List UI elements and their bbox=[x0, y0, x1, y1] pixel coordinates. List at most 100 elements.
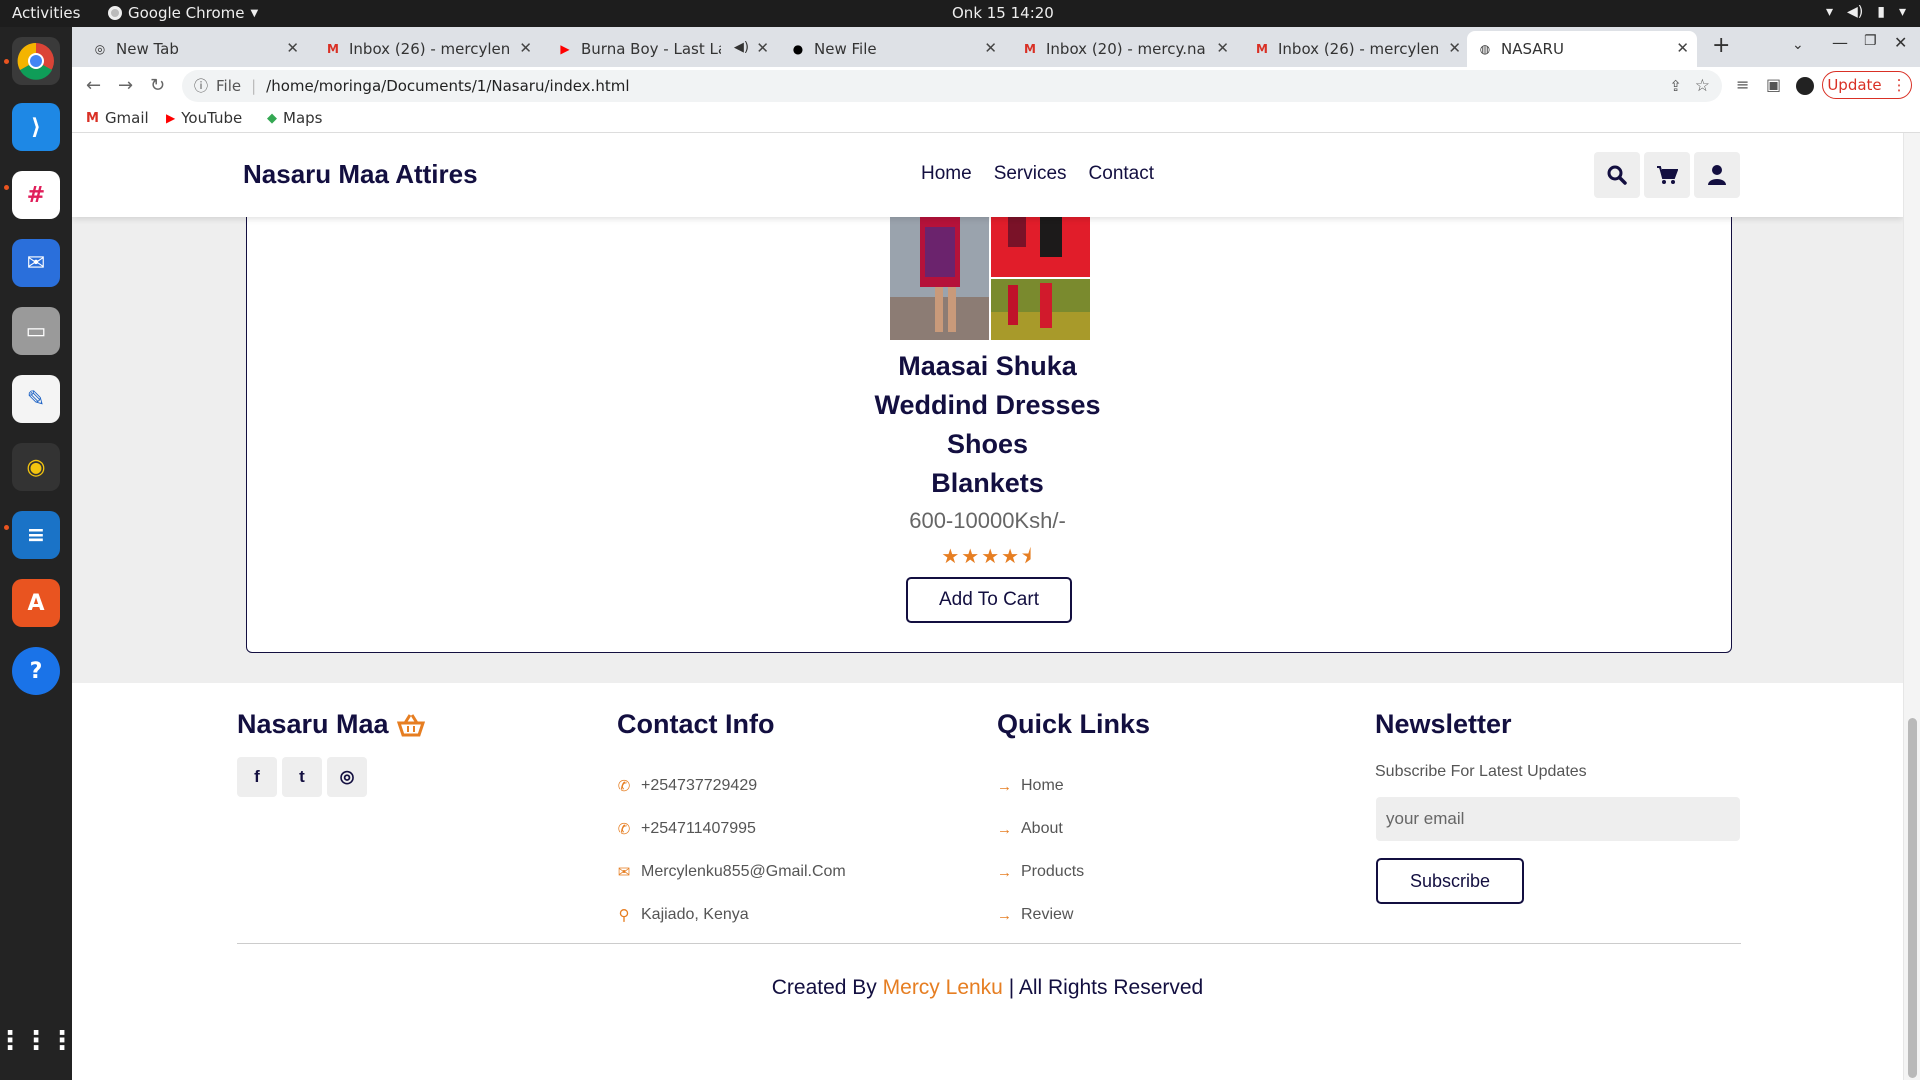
quick-link-about[interactable]: → About bbox=[997, 820, 1063, 838]
toolbar: ← → ↻ ⓘ File | /home/moringa/Documents/1… bbox=[72, 67, 1920, 105]
bookmark-label: Maps bbox=[283, 109, 323, 127]
reading-list-icon[interactable]: ≡ bbox=[1736, 75, 1749, 94]
map-marker-icon: ⚲ bbox=[618, 907, 630, 924]
info-icon[interactable]: ⓘ bbox=[194, 76, 208, 96]
running-indicator bbox=[4, 185, 9, 190]
product-rating-stars: ★★★★⯨ bbox=[941, 546, 1034, 568]
cart-button[interactable] bbox=[1644, 152, 1690, 198]
volume-icon: ◀) bbox=[1847, 4, 1864, 20]
profile-avatar[interactable] bbox=[1796, 77, 1814, 95]
tab-youtube[interactable]: ▶ Burna Boy - Last Last ◀) ✕ bbox=[547, 31, 777, 67]
dock: ⟩ # ✉ ▭ ✎ ◉ ≡ A ? ⋮⋮⋮ bbox=[0, 27, 75, 1080]
quick-links-title: Quick Links bbox=[997, 709, 1151, 739]
side-panel-icon[interactable]: ▣ bbox=[1766, 75, 1781, 94]
app-menu[interactable]: Google Chrome ▼ bbox=[108, 4, 258, 22]
thunderbird-icon[interactable]: ✉ bbox=[12, 239, 60, 287]
url-text[interactable]: /home/moringa/Documents/1/Nasaru/index.h… bbox=[266, 77, 629, 95]
maps-icon: ◆ bbox=[267, 110, 277, 126]
footer-brand-text: Nasaru Maa bbox=[237, 709, 389, 739]
bookmark-star-icon[interactable]: ☆ bbox=[1695, 76, 1710, 96]
contact-email[interactable]: ✉ Mercylenku855@Gmail.Com bbox=[617, 863, 846, 881]
more-menu-icon: ⋮ bbox=[1891, 76, 1907, 94]
site-logo[interactable]: Nasaru Maa Attires bbox=[243, 159, 478, 190]
chrome-icon: ◎ bbox=[94, 42, 106, 56]
main-nav: Home Services Contact bbox=[921, 163, 1154, 185]
nav-services[interactable]: Services bbox=[994, 163, 1067, 185]
app-grid-icon[interactable]: ⋮⋮⋮ bbox=[0, 1017, 75, 1065]
nav-contact[interactable]: Contact bbox=[1089, 163, 1154, 185]
close-icon[interactable]: ✕ bbox=[1216, 39, 1229, 57]
reload-icon[interactable]: ↻ bbox=[150, 75, 165, 96]
credit-line: Created By Mercy Lenku | All Rights Rese… bbox=[771, 976, 1204, 999]
subscribe-button[interactable]: Subscribe bbox=[1376, 858, 1524, 904]
product-name-line: Blankets bbox=[931, 468, 1044, 498]
instagram-icon[interactable]: ◎ bbox=[327, 757, 367, 797]
back-icon[interactable]: ← bbox=[86, 75, 101, 96]
address-bar[interactable]: ⓘ File | /home/moringa/Documents/1/Nasar… bbox=[182, 70, 1722, 102]
vscode-icon[interactable]: ⟩ bbox=[12, 103, 60, 151]
tab-title: NASARU bbox=[1501, 40, 1564, 58]
minimize-button[interactable]: — bbox=[1832, 33, 1848, 52]
account-button[interactable] bbox=[1694, 152, 1740, 198]
twitter-icon[interactable]: t bbox=[282, 757, 322, 797]
close-icon[interactable]: ✕ bbox=[1448, 39, 1461, 57]
bookmark-youtube[interactable]: ▶ YouTube bbox=[166, 109, 242, 127]
audio-icon[interactable]: ◀) bbox=[734, 40, 749, 55]
contact-phone-1[interactable]: ✆ +254737729429 bbox=[617, 777, 757, 795]
tab-new-file[interactable]: ● New File ✕ bbox=[780, 31, 1005, 67]
tab-title: Burna Boy - Last Last bbox=[581, 40, 721, 58]
page-scrollbar[interactable] bbox=[1903, 133, 1920, 1080]
caret-down-icon: ▼ bbox=[250, 7, 259, 19]
close-icon[interactable]: ✕ bbox=[1676, 39, 1689, 57]
share-icon[interactable]: ⇪ bbox=[1669, 77, 1682, 95]
activities-button[interactable]: Activities bbox=[12, 4, 80, 22]
slack-icon[interactable]: # bbox=[12, 171, 60, 219]
envelope-icon: ✉ bbox=[617, 864, 631, 881]
tab-nasaru[interactable]: ◍ NASARU ✕ bbox=[1467, 31, 1697, 67]
gmail-icon: M bbox=[327, 42, 339, 56]
close-window-button[interactable]: ✕ bbox=[1894, 33, 1907, 52]
chrome-launcher-icon[interactable] bbox=[12, 37, 60, 85]
arrow-right-icon: → bbox=[997, 906, 1012, 924]
search-button[interactable] bbox=[1594, 152, 1640, 198]
facebook-icon[interactable]: f bbox=[237, 757, 277, 797]
restore-button[interactable]: ❐ bbox=[1864, 33, 1877, 49]
network-icon: ▾ bbox=[1825, 4, 1834, 20]
tab-inbox-1[interactable]: M Inbox (26) - mercylenku8 ✕ bbox=[315, 31, 540, 67]
contact-phone-2[interactable]: ✆ +254711407995 bbox=[617, 820, 756, 838]
text-editor-icon[interactable]: ✎ bbox=[12, 375, 60, 423]
files-icon[interactable]: ▭ bbox=[12, 307, 60, 355]
quick-link-home[interactable]: → Home bbox=[997, 777, 1064, 795]
forward-icon[interactable]: → bbox=[118, 75, 133, 96]
close-icon[interactable]: ✕ bbox=[984, 39, 997, 57]
nav-home[interactable]: Home bbox=[921, 163, 972, 185]
tab-inbox-2[interactable]: M Inbox (20) - mercy.nadup ✕ bbox=[1012, 31, 1237, 67]
tab-inbox-3[interactable]: M Inbox (26) - mercylenku8 ✕ bbox=[1244, 31, 1469, 67]
update-button[interactable]: Update ⋮ bbox=[1822, 71, 1912, 99]
quick-link-products[interactable]: → Products bbox=[997, 863, 1084, 881]
bookmark-maps[interactable]: ◆ Maps bbox=[267, 109, 322, 127]
clock[interactable]: Onk 15 14:20 bbox=[952, 4, 1054, 22]
scrollbar-thumb[interactable] bbox=[1908, 718, 1917, 1078]
contact-location[interactable]: ⚲ Kajiado, Kenya bbox=[617, 906, 749, 924]
close-icon[interactable]: ✕ bbox=[519, 39, 532, 57]
bookmark-gmail[interactable]: M Gmail bbox=[86, 109, 149, 127]
user-icon bbox=[1708, 165, 1726, 185]
add-to-cart-button[interactable]: Add To Cart bbox=[906, 577, 1072, 623]
tab-new-tab[interactable]: ◎ New Tab ✕ bbox=[82, 31, 307, 67]
author-name: Mercy Lenku bbox=[882, 976, 1003, 999]
close-icon[interactable]: ✕ bbox=[756, 39, 769, 57]
tab-search-icon[interactable]: ⌄ bbox=[1792, 37, 1804, 53]
help-icon[interactable]: ? bbox=[12, 647, 60, 695]
email-field[interactable] bbox=[1376, 797, 1740, 841]
rhythmbox-icon[interactable]: ◉ bbox=[12, 443, 60, 491]
quick-link-review[interactable]: → Review bbox=[997, 906, 1073, 924]
site-footer: Nasaru Maa f t ◎ Contact Info ✆ +25473772… bbox=[72, 683, 1903, 1080]
writer-icon[interactable]: ≡ bbox=[12, 511, 60, 559]
new-tab-button[interactable]: + bbox=[1712, 33, 1730, 58]
close-icon[interactable]: ✕ bbox=[286, 39, 299, 57]
phone-icon: ✆ bbox=[617, 821, 631, 838]
software-center-icon[interactable]: A bbox=[12, 579, 60, 627]
system-tray[interactable]: ▾ ◀) ▮ ▾ bbox=[1826, 4, 1906, 20]
tab-strip: ◎ New Tab ✕ M Inbox (26) - mercylenku8 ✕… bbox=[72, 27, 1920, 67]
